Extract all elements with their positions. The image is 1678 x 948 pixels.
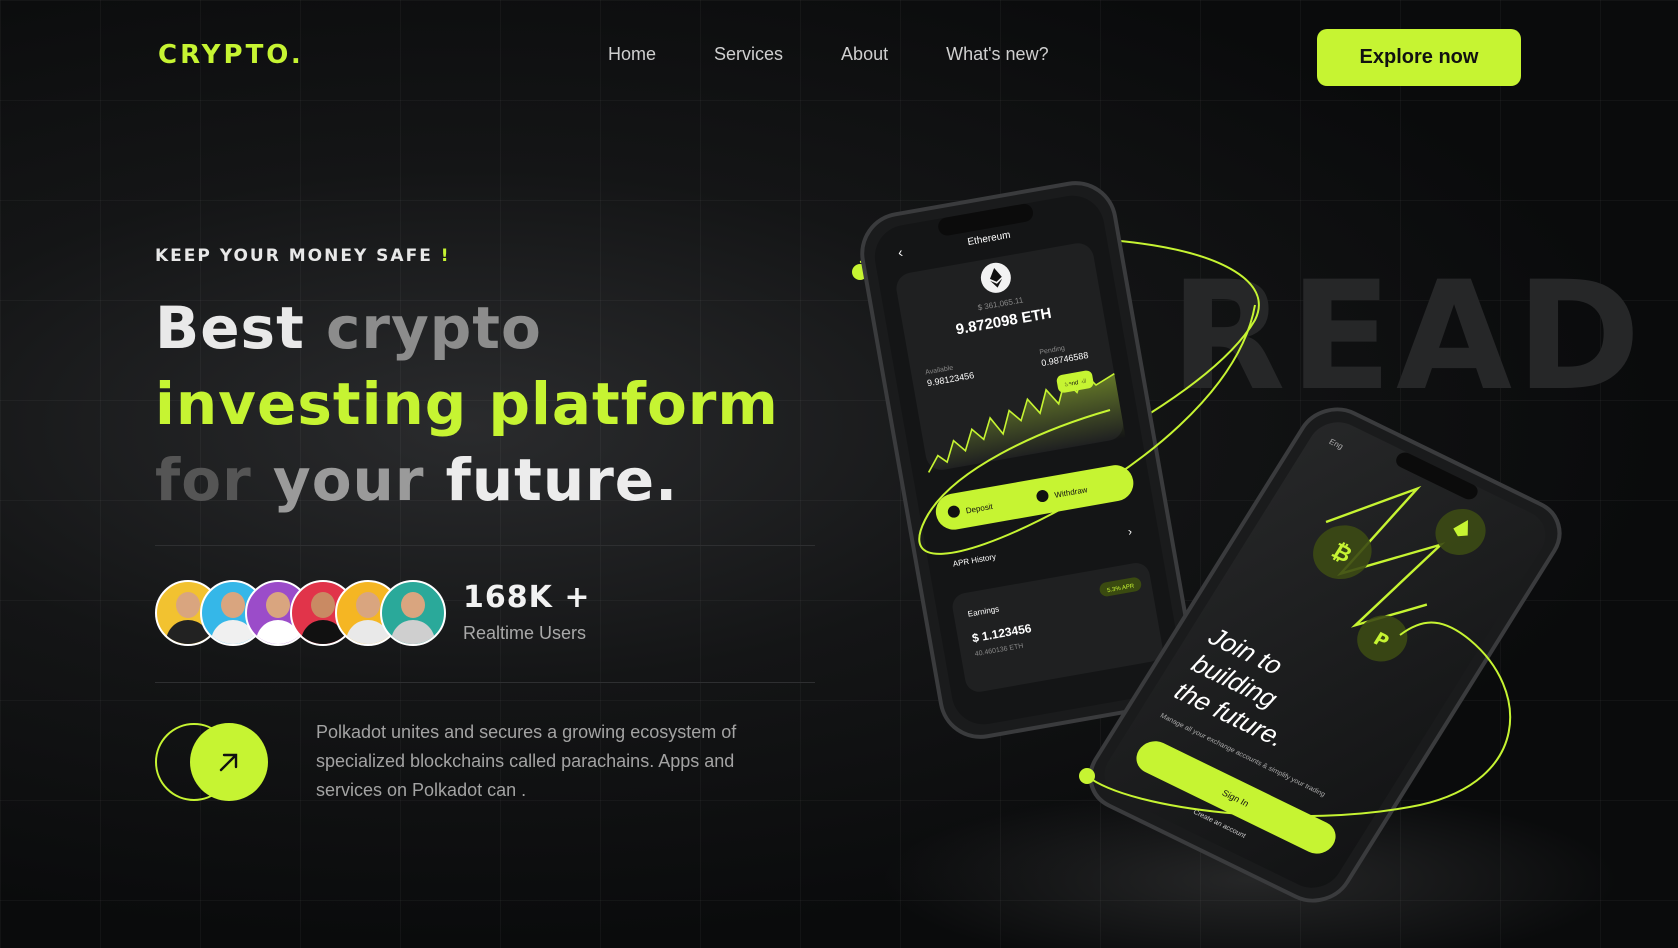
orbit-dot [1079, 768, 1095, 784]
phones-illustration: ‹ Ethereum $ 361,065.11 9.872098 ETH Ava… [852, 181, 1562, 903]
phone-ethereum-wallet: ‹ Ethereum $ 361,065.11 9.872098 ETH Ava… [860, 181, 1196, 739]
landing-page: READ CRYPTO. Home Services About What's … [0, 0, 1678, 948]
